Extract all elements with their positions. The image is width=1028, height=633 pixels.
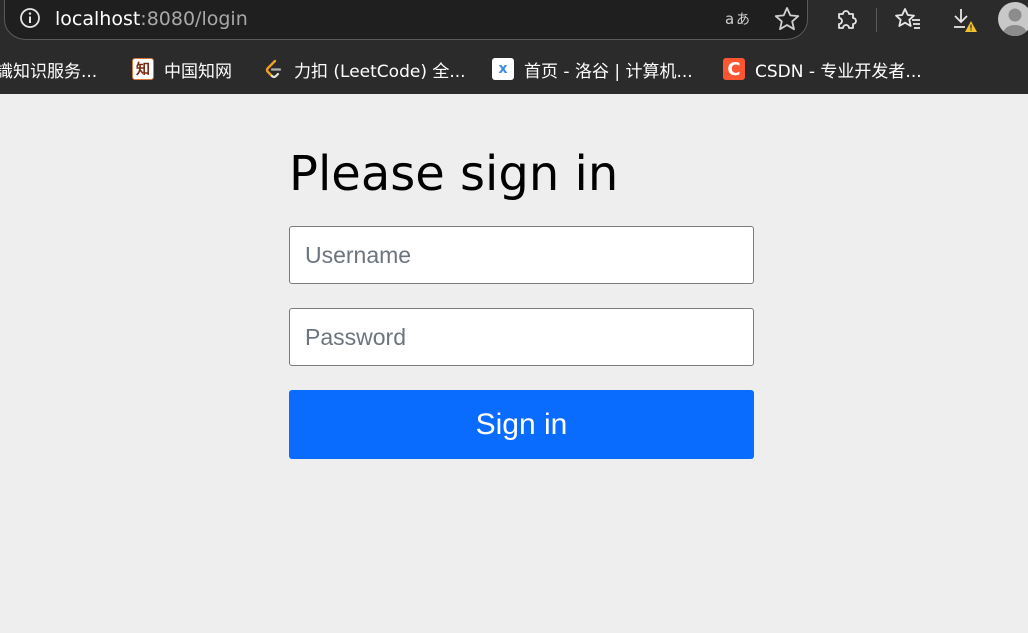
bookmark-item-cnki[interactable]: 知 中国知网 [132, 57, 232, 82]
bookmark-item[interactable]: 識知识服务... [0, 57, 98, 82]
toolbar-divider [876, 8, 877, 32]
profile-icon [1003, 8, 1027, 36]
sign-in-button[interactable]: Sign in [289, 390, 754, 459]
downloads-icon[interactable] [948, 4, 978, 34]
bookmark-label: 力扣 (LeetCode) 全... [294, 61, 466, 82]
bookmark-item-csdn[interactable]: C CSDN - 专业开发者... [723, 57, 922, 82]
star-icon[interactable] [773, 5, 801, 33]
username-input[interactable] [289, 226, 754, 284]
svg-text:あ: あ [736, 12, 750, 28]
translate-icon[interactable]: a あ [724, 6, 752, 30]
favorites-icon[interactable] [893, 4, 923, 34]
bookmarks-bar: 識知识服务... 知 中国知网 力扣 (LeetCode) 全... x 首页 … [0, 44, 1028, 94]
svg-text:a: a [725, 10, 734, 28]
browser-toolbar: localhost:8080/login a あ [0, 0, 1028, 44]
luogu-icon: x [492, 58, 514, 80]
page-title: Please sign in [289, 146, 619, 202]
info-icon[interactable] [19, 7, 41, 29]
leetcode-icon [265, 59, 282, 79]
bookmark-label: 中国知网 [164, 61, 232, 82]
address-bar[interactable]: localhost:8080/login a あ [4, 0, 808, 40]
url-text[interactable]: localhost:8080/login [55, 8, 248, 30]
bookmark-item-leetcode[interactable]: 力扣 (LeetCode) 全... [262, 57, 466, 82]
avatar[interactable] [998, 2, 1028, 36]
url-path: :8080/login [140, 8, 248, 30]
cnki-icon: 知 [132, 58, 154, 80]
bookmark-label: 首页 - 洛谷 | 计算机... [524, 61, 693, 82]
bookmark-label: 識知识服务... [0, 61, 98, 82]
csdn-icon: C [723, 58, 745, 80]
password-input[interactable] [289, 308, 754, 366]
extensions-icon[interactable] [831, 4, 861, 34]
bookmark-label: CSDN - 专业开发者... [755, 61, 922, 82]
bookmark-item-luogu[interactable]: x 首页 - 洛谷 | 计算机... [492, 57, 693, 82]
url-host: localhost [55, 8, 141, 30]
